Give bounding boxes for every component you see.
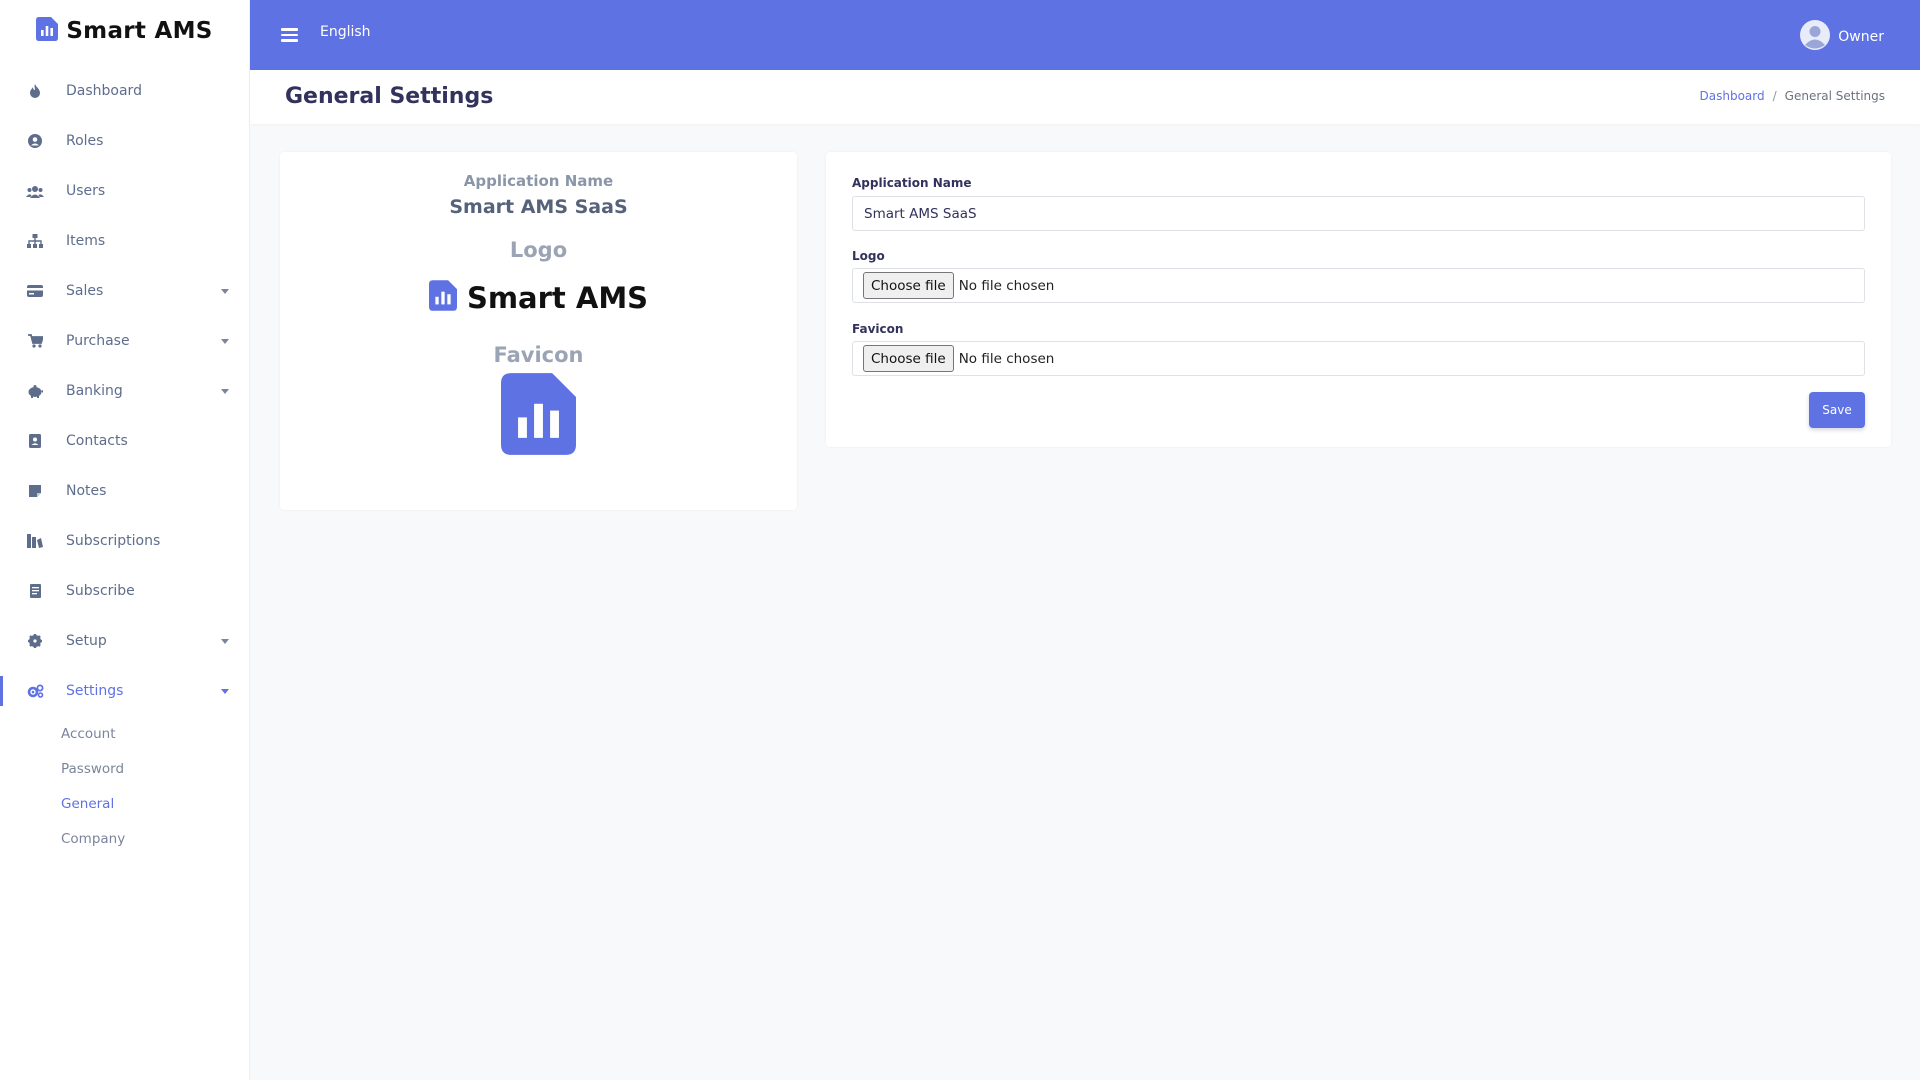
- sidebar: Smart AMS Dashboard Roles Users Items Sa…: [0, 0, 250, 1080]
- breadcrumb-dashboard-link[interactable]: Dashboard: [1700, 89, 1765, 103]
- favicon-file-input[interactable]: Choose file No file chosen: [852, 341, 1865, 376]
- topbar: English Owner: [250, 0, 1920, 70]
- breadcrumb-separator: /: [1772, 89, 1777, 103]
- sidebar-item-subscriptions[interactable]: Subscriptions: [0, 516, 249, 566]
- cart-icon: [26, 332, 44, 350]
- gears-icon: [26, 682, 44, 700]
- page-header: General Settings Dashboard / General Set…: [250, 70, 1920, 124]
- breadcrumb-current: General Settings: [1784, 89, 1885, 103]
- piggy-bank-icon: [26, 382, 44, 400]
- app-name-label: Application Name: [852, 176, 972, 190]
- address-book-icon: [26, 432, 44, 450]
- avatar-icon: [1800, 20, 1831, 54]
- preview-logo-heading: Logo: [509, 238, 568, 262]
- subnav-item-company[interactable]: Company: [0, 821, 249, 856]
- preview-favicon: [280, 373, 797, 459]
- sidebar-item-banking[interactable]: Banking: [0, 366, 249, 416]
- page-title: General Settings: [285, 84, 494, 109]
- sidebar-item-roles[interactable]: Roles: [0, 116, 249, 166]
- settings-subnav: Account Password General Company: [0, 716, 249, 856]
- logo-label: Logo: [852, 249, 885, 263]
- logo-choose-file-button[interactable]: Choose file: [863, 272, 954, 299]
- subscriptions-icon: [26, 532, 44, 550]
- settings-preview-card: Application Name Smart AMS SaaS Logo Sma…: [280, 152, 797, 510]
- chevron-down-icon: [221, 288, 229, 294]
- favicon-choose-file-button[interactable]: Choose file: [863, 345, 954, 372]
- credit-card-icon: [26, 282, 44, 300]
- chevron-down-icon: [221, 388, 229, 394]
- sidebar-item-dashboard[interactable]: Dashboard: [0, 66, 249, 116]
- logo-document-chart-icon: [428, 280, 457, 315]
- sitemap-icon: [26, 232, 44, 250]
- breadcrumb: Dashboard / General Settings: [1700, 89, 1885, 103]
- flame-icon: [26, 82, 44, 100]
- sidebar-item-sales[interactable]: Sales: [0, 266, 249, 316]
- settings-form-card: Application Name Smart AMS SaaS Logo Cho…: [826, 152, 1891, 447]
- user-circle-icon: [26, 132, 44, 150]
- preview-app-name-value: Smart AMS SaaS: [449, 196, 628, 218]
- favicon-document-chart-icon: [501, 373, 576, 459]
- favicon-label: Favicon: [852, 322, 904, 336]
- subnav-item-account[interactable]: Account: [0, 716, 249, 751]
- users-icon: [26, 182, 44, 200]
- favicon-file-status: No file chosen: [958, 350, 1055, 367]
- sidebar-item-notes[interactable]: Notes: [0, 466, 249, 516]
- chevron-down-icon: [221, 688, 229, 694]
- sidebar-item-setup[interactable]: Setup: [0, 616, 249, 666]
- subnav-item-general[interactable]: General: [0, 786, 249, 821]
- save-button[interactable]: Save: [1809, 392, 1865, 428]
- preview-app-name-label: Application Name: [463, 172, 614, 190]
- user-name: Owner: [1838, 29, 1884, 45]
- logo-file-input[interactable]: Choose file No file chosen: [852, 268, 1865, 303]
- subnav-item-password[interactable]: Password: [0, 751, 249, 786]
- preview-logo-text: Smart AMS: [466, 280, 649, 315]
- sidebar-item-users[interactable]: Users: [0, 166, 249, 216]
- preview-logo: Smart AMS: [280, 280, 797, 315]
- chevron-down-icon: [221, 338, 229, 344]
- sticky-note-icon: [26, 482, 44, 500]
- sidebar-item-items[interactable]: Items: [0, 216, 249, 266]
- logo-file-status: No file chosen: [958, 277, 1055, 294]
- app-logo-icon: [36, 17, 59, 45]
- sidebar-item-settings[interactable]: Settings: [0, 666, 249, 716]
- sidebar-nav: Dashboard Roles Users Items Sales Purcha…: [0, 66, 249, 716]
- brand-name: Smart AMS: [66, 18, 213, 44]
- sidebar-item-purchase[interactable]: Purchase: [0, 316, 249, 366]
- preview-favicon-heading: Favicon: [493, 343, 584, 367]
- language-selector[interactable]: English: [320, 24, 371, 40]
- app-name-input[interactable]: Smart AMS SaaS: [852, 196, 1865, 231]
- gear-icon: [26, 632, 44, 650]
- sidebar-item-contacts[interactable]: Contacts: [0, 416, 249, 466]
- sidebar-item-subscribe[interactable]: Subscribe: [0, 566, 249, 616]
- receipt-icon: [26, 582, 44, 600]
- menu-toggle-icon[interactable]: [281, 28, 298, 42]
- chevron-down-icon: [221, 638, 229, 644]
- brand[interactable]: Smart AMS: [0, 0, 249, 62]
- app-name-value: Smart AMS SaaS: [864, 205, 977, 222]
- user-menu[interactable]: Owner: [1800, 20, 1884, 54]
